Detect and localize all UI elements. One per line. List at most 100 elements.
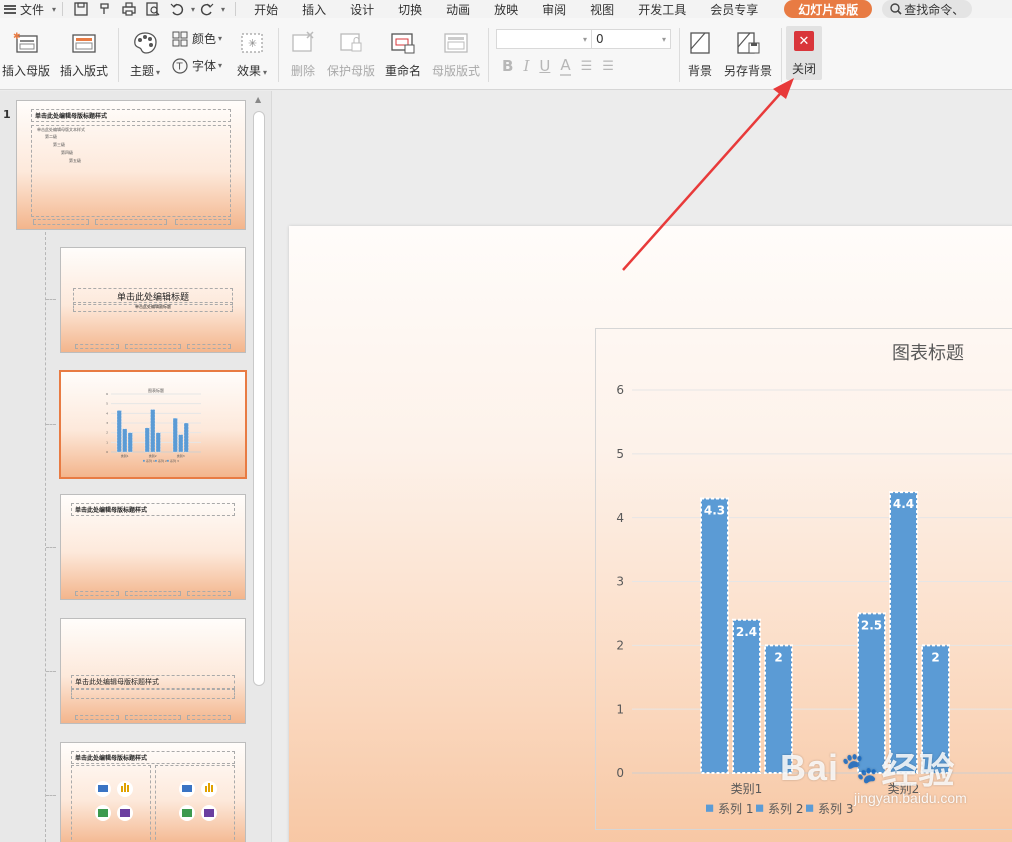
tab-transition[interactable]: 切换 xyxy=(386,0,434,18)
bold-icon[interactable]: B xyxy=(502,57,513,75)
more-icon[interactable]: ▾ xyxy=(221,5,225,14)
thumbnail-scrollbar[interactable]: ▲ xyxy=(252,91,266,842)
tab-insert[interactable]: 插入 xyxy=(290,0,338,18)
theme-button[interactable]: 主题 ▾ xyxy=(124,18,166,79)
tree-connector xyxy=(46,299,56,300)
thumbnail-text: 第四级 xyxy=(61,150,73,155)
tab-home[interactable]: 开始 xyxy=(242,0,290,18)
bar-3-1 xyxy=(172,417,178,453)
thumbnail-title-layout[interactable]: 单击此处编辑标题 单击此处编辑副标题 xyxy=(60,247,246,353)
tree-connector xyxy=(46,547,56,548)
undo-icon[interactable] xyxy=(165,2,189,16)
save-background-button[interactable]: 另存背景 xyxy=(721,18,775,79)
legend-label: 系列 1 xyxy=(718,802,753,816)
insert-master-button[interactable]: ✱ 插入母版 xyxy=(2,18,50,79)
print-icon[interactable] xyxy=(117,2,141,16)
format-painter-icon[interactable] xyxy=(93,2,117,16)
delete-button[interactable]: 删除 xyxy=(286,18,320,79)
svg-text:T: T xyxy=(176,61,184,72)
tab-design[interactable]: 设计 xyxy=(338,0,386,18)
x-category-label: 类别1 xyxy=(121,453,129,458)
y-tick-label: 2 xyxy=(106,431,108,435)
scrollbar-thumb[interactable] xyxy=(253,111,265,686)
thumbnail-text: 第五级 xyxy=(69,158,81,163)
data-label: 4.3 xyxy=(704,504,725,518)
background-icon xyxy=(690,32,710,54)
bar-1-3 xyxy=(127,432,133,453)
protect-master-label: 保护母版 xyxy=(326,64,375,78)
x-category-label: 类别3 xyxy=(177,453,185,458)
font-size-combo[interactable]: 0 ▾ xyxy=(591,29,671,49)
thumbnail-section-layout[interactable]: 单击此处编辑母版标题样式 xyxy=(60,618,246,724)
thumbnail-title: 单击此处编辑母版标题样式 xyxy=(71,503,235,516)
font-name-combo[interactable]: ▾ xyxy=(496,29,592,49)
rename-icon xyxy=(391,33,415,54)
italic-icon[interactable]: I xyxy=(523,57,529,75)
redo-icon[interactable] xyxy=(195,2,219,16)
menu-separator xyxy=(235,2,237,16)
insert-layout-button[interactable]: 插入版式 xyxy=(58,18,110,79)
numbered-list-icon[interactable]: ☰ xyxy=(602,59,614,74)
effect-button[interactable]: ✳ 效果 ▾ xyxy=(234,18,270,79)
legend-label: 系列 2 xyxy=(158,458,167,463)
bar-2-1 xyxy=(144,427,150,453)
tree-connector xyxy=(46,795,56,796)
bar-1-1 xyxy=(116,410,122,453)
effect-icon: ✳ xyxy=(241,33,263,53)
ribbon-separator xyxy=(781,28,782,82)
bar-3-3 xyxy=(183,422,189,453)
search-box[interactable]: 查找命令、 xyxy=(882,0,973,18)
file-menu[interactable]: 文件 ▾ xyxy=(0,0,56,18)
legend-label: 系列 1 xyxy=(146,458,155,463)
close-master-view-button[interactable]: ✕ 关闭 xyxy=(786,26,822,80)
file-menu-label: 文件 xyxy=(20,2,45,17)
svg-text:✱: ✱ xyxy=(13,32,21,42)
delete-slide-icon xyxy=(292,31,314,52)
effect-label: 效果 ▾ xyxy=(236,64,268,78)
tab-slideshow[interactable]: 放映 xyxy=(482,0,530,18)
thumbnail-title-only-layout[interactable]: 单击此处编辑母版标题样式 xyxy=(60,494,246,600)
insert-layout-icon xyxy=(72,34,96,53)
thumbnail-title: 单击此处编辑母版标题样式 xyxy=(31,109,231,122)
master-layout-button[interactable]: 母版版式 xyxy=(430,18,482,79)
save-icon[interactable] xyxy=(69,2,93,16)
print-preview-icon[interactable] xyxy=(141,2,165,16)
data-label: 2.4 xyxy=(736,625,757,639)
thumbnail-footer-box xyxy=(125,591,181,596)
data-label: 4.4 xyxy=(893,497,914,511)
tab-review[interactable]: 审阅 xyxy=(530,0,578,18)
tab-developer[interactable]: 开发工具 xyxy=(626,0,698,18)
protect-master-button[interactable]: 保护母版 xyxy=(324,18,378,79)
bullet-list-icon[interactable]: ☰ xyxy=(581,59,593,74)
color-button[interactable]: 颜色 ▾ xyxy=(172,30,222,47)
thumbnail-two-content-layout[interactable]: 单击此处编辑母版标题样式 xyxy=(60,742,246,842)
font-color-icon[interactable]: A xyxy=(560,56,571,76)
thumbnail-footer-box xyxy=(175,219,231,225)
y-tick-label: 0 xyxy=(106,450,108,454)
rename-label: 重命名 xyxy=(384,64,421,78)
rename-button[interactable]: 重命名 xyxy=(383,18,423,79)
background-button[interactable]: 背景 xyxy=(685,18,715,79)
thumbnail-footer-box xyxy=(75,591,119,596)
thumbnail-footer-box xyxy=(187,591,231,596)
thumbnail-chart-layout-selected[interactable]: 0 1 2 3 4 5 6 图表标题 类别1 类别2 类别3 系列 1 系列 2 系列 3 xyxy=(59,370,247,479)
tree-connector xyxy=(46,671,56,672)
underline-icon[interactable]: U xyxy=(539,57,550,75)
tab-member[interactable]: 会员专享 xyxy=(698,0,770,18)
bar-2-3 xyxy=(155,432,161,453)
save-background-icon xyxy=(737,32,760,54)
data-label: 2 xyxy=(774,650,782,664)
bar-2-2 xyxy=(150,409,156,453)
bar-3-2 xyxy=(178,434,184,453)
thumbnail-title: 单击此处编辑母版标题样式 xyxy=(71,675,235,689)
thumbnail-master[interactable]: 单击此处编辑母版标题样式 单击此处编辑母版文本样式 第二级 第三级 第四级 第五… xyxy=(16,100,246,230)
delete-label: 删除 xyxy=(290,64,315,78)
data-label: 2.5 xyxy=(861,618,882,632)
tab-view[interactable]: 视图 xyxy=(578,0,626,18)
font-size-value: 0 xyxy=(596,32,604,46)
scroll-up-icon[interactable]: ▲ xyxy=(255,95,261,104)
tab-animation[interactable]: 动画 xyxy=(434,0,482,18)
font-button[interactable]: T 字体 ▾ xyxy=(172,57,222,74)
chevron-down-icon: ▾ xyxy=(52,4,57,14)
tab-slide-master[interactable]: 幻灯片母版 xyxy=(784,0,873,18)
